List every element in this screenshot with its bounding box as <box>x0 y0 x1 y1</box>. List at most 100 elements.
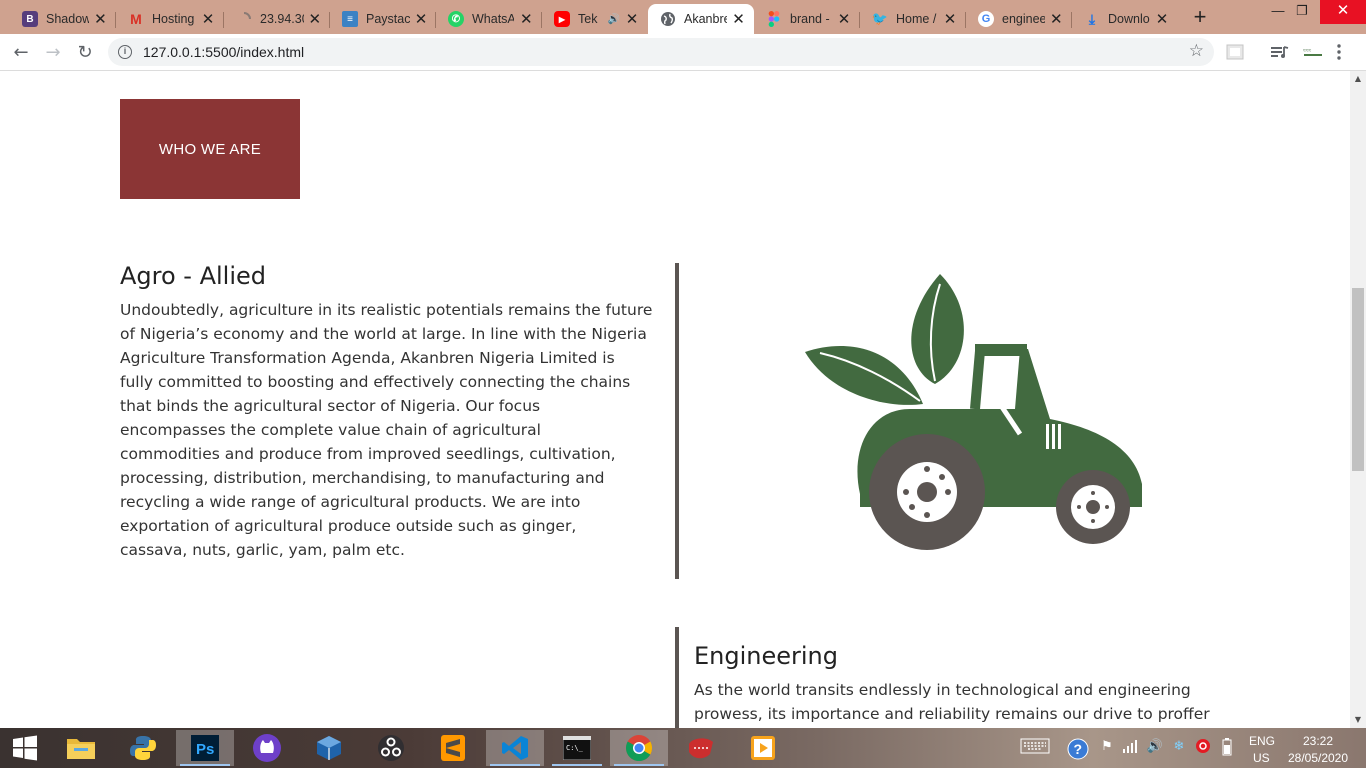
media-controls-icon[interactable] <box>1270 43 1290 61</box>
new-tab-button[interactable]: + <box>1188 6 1212 28</box>
beats-icon[interactable] <box>1194 738 1212 756</box>
vscode-icon[interactable] <box>486 730 544 766</box>
who-we-are-button[interactable]: WHO WE ARE <box>120 99 300 199</box>
paragraph-line: cassava, nuts, garlic, yam, palm etc. <box>120 541 405 559</box>
bookmark-star-icon[interactable]: ☆ <box>1189 41 1204 61</box>
forward-arrow-icon[interactable]: → <box>40 40 66 66</box>
paystack-favicon-icon: ≡ <box>342 11 358 27</box>
gmail-favicon-icon: M <box>130 11 142 27</box>
language-indicator[interactable]: ENG US <box>1249 734 1275 774</box>
page-scrollbar[interactable]: ▲ ▼ <box>1350 71 1366 728</box>
language-label: ENG <box>1249 734 1276 748</box>
browser-tab-strip: B Shadow ✕ M Hosting ✕ 23.94.30 ✕ ≡ Pays… <box>0 0 1366 34</box>
youtube-favicon-icon: ▶ <box>554 11 570 27</box>
battery-plug-icon[interactable] <box>1218 738 1236 756</box>
browser-tab[interactable]: brand - ✕ <box>754 4 860 34</box>
close-tab-icon[interactable]: ✕ <box>308 10 322 28</box>
scroll-up-arrow-icon[interactable]: ▲ <box>1350 71 1366 87</box>
site-info-icon[interactable]: i <box>118 45 132 59</box>
browser-tab[interactable]: ⤓ Downlo ✕ <box>1072 4 1178 34</box>
ruby-icon[interactable] <box>672 730 730 766</box>
paragraph-line: As the world transits endlessly in techn… <box>694 681 1191 699</box>
paragraph-line: exportation of agricultural produce outs… <box>120 517 577 535</box>
tab-title: enginee <box>1002 12 1045 26</box>
restore-window-icon[interactable]: ❐ <box>1280 0 1324 24</box>
flag-icon[interactable]: ⚑ <box>1098 738 1116 756</box>
section-divider <box>675 627 679 728</box>
file-explorer-icon[interactable] <box>52 730 110 766</box>
google-favicon-icon: G <box>978 11 994 27</box>
close-tab-icon[interactable]: ✕ <box>200 10 216 28</box>
photoshop-icon[interactable]: Ps <box>176 730 234 766</box>
audio-playing-icon[interactable]: 🔊 <box>608 14 620 25</box>
address-bar[interactable]: i 127.0.0.1:5500/index.html ☆ <box>108 38 1214 66</box>
python-icon[interactable] <box>114 730 172 766</box>
paragraph-line: encompasses the complete value chain of … <box>120 421 541 439</box>
close-tab-icon[interactable]: ✕ <box>1154 10 1170 28</box>
command-prompt-icon[interactable]: C:\_ <box>548 730 606 766</box>
scrollbar-thumb[interactable] <box>1352 288 1364 471</box>
close-window-icon[interactable]: ✕ <box>1320 0 1366 24</box>
tab-title: Paystack <box>366 12 411 26</box>
windows-start-icon[interactable] <box>0 730 50 766</box>
scroll-down-arrow-icon[interactable]: ▼ <box>1350 712 1366 728</box>
clock-date: 28/05/2020 <box>1287 751 1349 765</box>
engineering-heading: Engineering <box>694 642 838 670</box>
browser-tab[interactable]: 🐦 Home / ✕ <box>860 4 966 34</box>
volume-icon[interactable]: 🔊 <box>1146 738 1164 756</box>
close-tab-icon[interactable]: ✕ <box>414 10 428 28</box>
browser-tab[interactable]: ≡ Paystack ✕ <box>330 4 436 34</box>
browser-tab[interactable]: B Shadow ✕ <box>10 4 116 34</box>
close-tab-icon[interactable]: ✕ <box>624 10 640 28</box>
snowflake-icon[interactable]: ❄ <box>1170 738 1188 756</box>
close-tab-icon[interactable]: ✕ <box>942 10 958 28</box>
windows-taskbar: Ps C:\_ ? ⚑ 🔊 ❄ ENG US 23:22 28/05/2020 <box>0 728 1366 768</box>
paragraph-line: Undoubtedly, agriculture in its realisti… <box>120 301 653 319</box>
extension-icon[interactable] <box>1226 43 1246 61</box>
tab-title: Shadow <box>46 12 89 26</box>
sublime-text-icon[interactable] <box>424 730 482 766</box>
tab-title: 23.94.30 <box>260 12 304 26</box>
paragraph-line: of Nigeria’s economy and the world at la… <box>120 325 647 343</box>
browser-tab[interactable]: G enginee ✕ <box>966 4 1072 34</box>
browser-toolbar: ← → ↻ i 127.0.0.1:5500/index.html ☆ ≈≈≈ <box>0 34 1366 71</box>
browser-tab[interactable]: M Hosting ✕ <box>116 4 224 34</box>
media-player-icon[interactable] <box>734 730 792 766</box>
photoshop-label: Ps <box>196 741 214 758</box>
browser-tab[interactable]: 23.94.30 ✕ <box>224 4 330 34</box>
loading-favicon-icon <box>236 11 252 27</box>
tab-title: WhatsA <box>472 12 515 26</box>
whatsapp-favicon-icon: ✆ <box>448 11 464 27</box>
keyboard-icon[interactable] <box>1020 738 1050 756</box>
close-tab-icon[interactable]: ✕ <box>836 10 852 28</box>
chrome-icon[interactable] <box>610 730 668 766</box>
paragraph-line: recycling a wide range of agricultural p… <box>120 493 581 511</box>
browser-tab[interactable]: ▶ Tek 🔊 ✕ <box>542 4 648 34</box>
tab-title: Tek <box>578 12 598 26</box>
github-desktop-icon[interactable] <box>238 730 296 766</box>
close-tab-icon[interactable]: ✕ <box>731 10 746 28</box>
browser-tab-active[interactable]: Akanbre ✕ <box>648 4 754 34</box>
figma-favicon-icon <box>766 11 782 27</box>
close-tab-icon[interactable]: ✕ <box>518 10 534 28</box>
close-tab-icon[interactable]: ✕ <box>1049 10 1064 28</box>
virtualbox-icon[interactable] <box>300 730 358 766</box>
chrome-menu-icon[interactable] <box>1336 43 1350 61</box>
download-favicon-icon: ⤓ <box>1088 10 1096 27</box>
tab-title: Downlo <box>1108 12 1150 26</box>
help-icon[interactable]: ? <box>1067 738 1089 760</box>
obs-icon[interactable] <box>362 730 420 766</box>
close-tab-icon[interactable]: ✕ <box>93 10 108 28</box>
reload-icon[interactable]: ↻ <box>72 40 98 66</box>
paragraph-line: commodities and produce from improved se… <box>120 445 616 463</box>
back-arrow-icon[interactable]: ← <box>8 40 34 66</box>
browser-tab[interactable]: ✆ WhatsA ✕ <box>436 4 542 34</box>
profile-avatar-icon[interactable]: ≈≈≈ <box>1302 43 1322 61</box>
address-bar-url[interactable]: 127.0.0.1:5500/index.html <box>143 44 304 60</box>
clock[interactable]: 23:22 28/05/2020 <box>1287 734 1349 774</box>
network-signal-icon[interactable] <box>1122 738 1140 756</box>
bootstrap-favicon-icon: B <box>22 11 38 27</box>
globe-favicon-icon <box>660 11 676 27</box>
page-viewport: WHO WE ARE Agro - Allied Undoubtedly, ag… <box>0 71 1350 728</box>
engineering-paragraph: As the world transits endlessly in techn… <box>694 678 1254 726</box>
